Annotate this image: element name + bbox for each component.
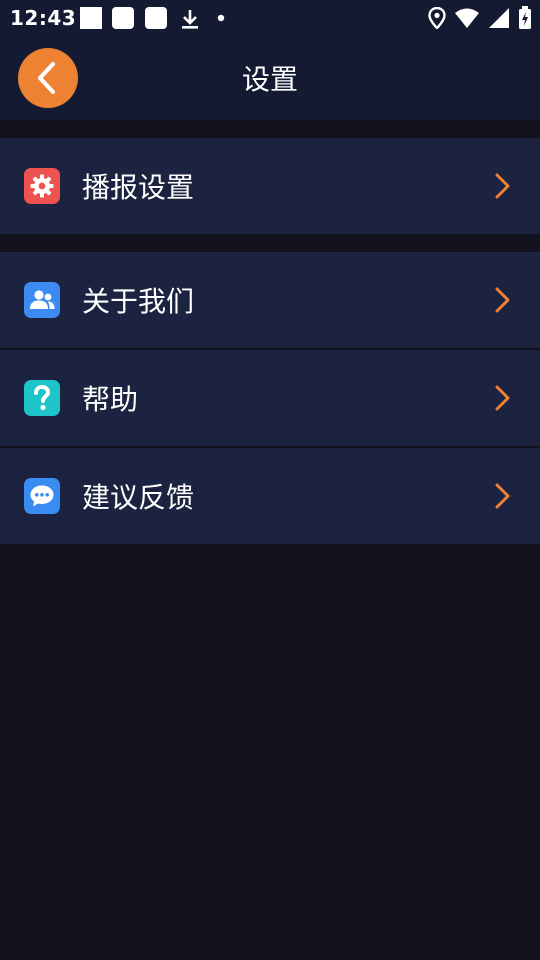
chevron-right-icon [495, 385, 510, 411]
status-bar: 12:43 [0, 0, 540, 36]
menu-group-info: 关于我们 帮助 建议反馈 [0, 252, 540, 544]
dot-icon [217, 14, 225, 22]
download-icon [182, 10, 198, 29]
users-icon [24, 282, 60, 318]
menu-item-label: 建议反馈 [82, 481, 195, 514]
location-icon [428, 7, 446, 29]
app-header: 设置 [0, 36, 540, 120]
status-time: 12:43 [10, 6, 77, 30]
chevron-right-icon [495, 173, 510, 199]
chat-bubble-icon [24, 478, 60, 514]
signal-icon [489, 8, 509, 28]
status-icons [428, 6, 532, 30]
menu-item-label: 关于我们 [82, 285, 195, 318]
notification-icon [112, 7, 134, 29]
menu-item-help[interactable]: 帮助 [0, 350, 540, 446]
menu-item-about-us[interactable]: 关于我们 [0, 252, 540, 348]
gear-icon [24, 168, 60, 204]
menu-item-label: 帮助 [82, 383, 139, 416]
menu-item-feedback[interactable]: 建议反馈 [0, 448, 540, 544]
notification-icon [145, 7, 167, 29]
chevron-right-icon [495, 287, 510, 313]
chevron-right-icon [495, 483, 510, 509]
question-icon [24, 380, 60, 416]
battery-icon [519, 6, 531, 29]
menu-item-label: 播报设置 [82, 171, 195, 204]
menu-item-broadcast-settings[interactable]: 播报设置 [0, 138, 540, 234]
wifi-icon [455, 8, 479, 28]
menu-group-broadcast: 播报设置 [0, 138, 540, 234]
notification-icon [80, 7, 102, 29]
page-title: 设置 [241, 63, 298, 96]
